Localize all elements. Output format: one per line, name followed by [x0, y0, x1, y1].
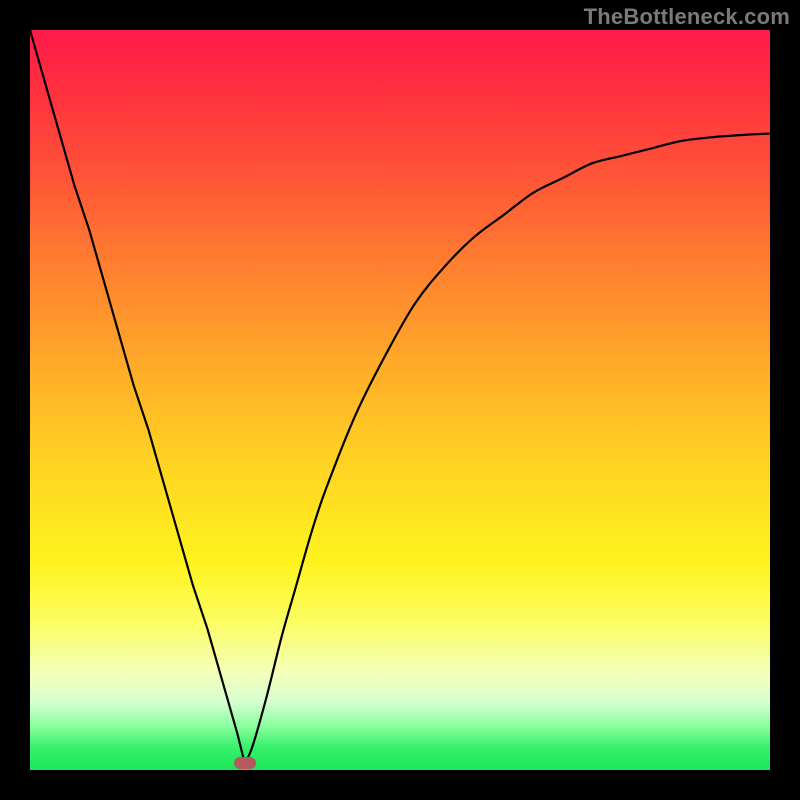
bottleneck-curve: [30, 30, 770, 770]
chart-frame: TheBottleneck.com: [0, 0, 800, 800]
min-marker: [234, 757, 256, 769]
watermark-text: TheBottleneck.com: [584, 4, 790, 30]
plot-area: [30, 30, 770, 770]
